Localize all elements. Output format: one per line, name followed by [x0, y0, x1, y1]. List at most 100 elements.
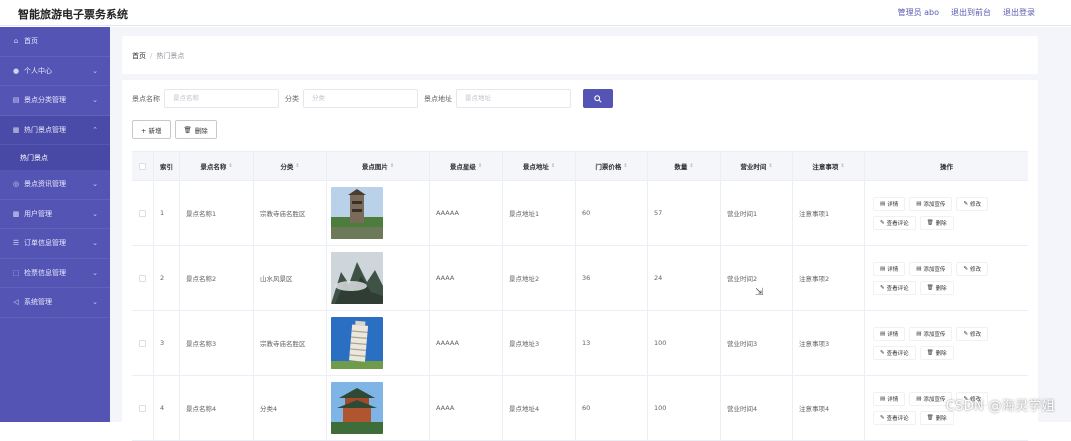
trash-icon: 🗑: [184, 126, 192, 134]
view-comments-button[interactable]: ✎查看评论: [873, 346, 916, 360]
edit-icon: ✎: [963, 266, 968, 272]
sidebar-item-system-mgmt[interactable]: ◁ 系统管理 ⌄: [0, 288, 110, 318]
data-table: 索引 景点名称⇕ 分类⇕ 景点图片⇕ 景点星级⇕ 景点地址⇕ 门票价格⇕ 数量⇕…: [132, 151, 1028, 441]
add-promo-button[interactable]: ▤添加宣传: [909, 327, 952, 341]
sort-icon: ⇕: [623, 163, 627, 169]
row-delete-button[interactable]: 🗑删除: [920, 216, 954, 230]
logout-link[interactable]: 退出登录: [1003, 7, 1035, 18]
leaning-tower-photo: [331, 317, 383, 369]
view-comments-button[interactable]: ✎查看评论: [873, 216, 916, 230]
action-row: + 新增 🗑 删除: [132, 120, 217, 139]
edit-icon: ✎: [880, 415, 885, 421]
detail-button[interactable]: ▤详情: [873, 262, 905, 276]
row-delete-button[interactable]: 🗑删除: [920, 281, 954, 295]
sort-icon: ⇕: [228, 163, 232, 169]
exit-to-frontend-link[interactable]: 退出到前台: [951, 7, 991, 18]
breadcrumb-separator: /: [150, 52, 152, 60]
sort-icon: ⇕: [478, 163, 482, 169]
sidebar-item-category-mgmt[interactable]: ▤ 景点分类管理 ⌄: [0, 86, 110, 116]
add-promo-button[interactable]: ▤添加宣传: [909, 262, 952, 276]
add-button[interactable]: + 新增: [132, 120, 171, 139]
detail-button[interactable]: ▤详情: [873, 392, 905, 406]
row-qty: 24: [648, 246, 721, 310]
row-checkbox[interactable]: [139, 340, 146, 347]
sidebar-item-label: 系统管理: [24, 297, 52, 307]
header-name[interactable]: 景点名称⇕: [180, 152, 254, 180]
sidebar-item-personal[interactable]: ● 个人中心 ⌄: [0, 57, 110, 87]
search-input-category[interactable]: 分类: [303, 89, 418, 108]
row-address: 景点地址3: [503, 311, 576, 375]
list-icon: ▤: [12, 97, 20, 104]
row-stars: AAAA: [430, 376, 503, 440]
row-price: 36: [576, 246, 648, 310]
search-button[interactable]: [583, 89, 613, 108]
row-price: 60: [576, 181, 648, 245]
doc-icon: ▤: [880, 266, 885, 272]
sidebar-item-user-mgmt[interactable]: ▩ 用户管理 ⌄: [0, 200, 110, 230]
table-row: 1 景点名称1 宗教寺庙名胜区 AAAAA 景点地址1 6: [132, 181, 1028, 246]
row-index: 3: [154, 311, 180, 375]
header-category[interactable]: 分类⇕: [254, 152, 327, 180]
row-hours: 营业时间2: [721, 246, 793, 310]
header-price[interactable]: 门票价格⇕: [576, 152, 648, 180]
row-address: 景点地址2: [503, 246, 576, 310]
select-all-checkbox[interactable]: [139, 163, 146, 170]
detail-button[interactable]: ▤详情: [873, 197, 905, 211]
delete-button-label: 删除: [195, 125, 208, 135]
pavilion-photo: [331, 382, 383, 434]
search-input-address[interactable]: 景点地址: [456, 89, 571, 108]
row-checkbox[interactable]: [139, 210, 146, 217]
row-checkbox[interactable]: [139, 405, 146, 412]
row-qty: 100: [648, 376, 721, 440]
detail-button[interactable]: ▤详情: [873, 327, 905, 341]
sidebar-item-ticket-mgmt[interactable]: ⬚ 检票信息管理 ⌄: [0, 259, 110, 289]
app-title: 智能旅游电子票务系统: [18, 6, 128, 22]
search-label-category: 分类: [285, 94, 299, 104]
add-promo-button[interactable]: ▤添加宣传: [909, 197, 952, 211]
header-notes[interactable]: 注意事项⇕: [793, 152, 865, 180]
user-icon: ●: [12, 67, 20, 74]
search-row: 景点名称 景点名称 分类 分类 景点地址 景点地址: [132, 89, 613, 108]
row-checkbox[interactable]: [139, 275, 146, 282]
row-address: 景点地址4: [503, 376, 576, 440]
table-row: 4 景点名称4 分类4 AAAA 景点地址4 60 100: [132, 376, 1028, 441]
header-address[interactable]: 景点地址⇕: [503, 152, 576, 180]
row-name: 景点名称4: [180, 376, 254, 440]
top-links: 管理员 abo 退出到前台 退出登录: [898, 7, 1035, 18]
breadcrumb-home[interactable]: 首页: [132, 52, 146, 60]
delete-button[interactable]: 🗑 删除: [175, 120, 217, 139]
table-header: 索引 景点名称⇕ 分类⇕ 景点图片⇕ 景点星级⇕ 景点地址⇕ 门票价格⇕ 数量⇕…: [132, 152, 1028, 181]
sort-icon: ⇕: [689, 163, 693, 169]
sidebar-subitem-hot-spots[interactable]: 热门景点: [0, 145, 110, 170]
grid-icon: ▦: [12, 126, 20, 133]
sidebar-item-order-mgmt[interactable]: ☰ 订单信息管理 ⌄: [0, 229, 110, 259]
row-qty: 57: [648, 181, 721, 245]
header-qty[interactable]: 数量⇕: [648, 152, 721, 180]
user-label[interactable]: 管理员 abo: [898, 7, 939, 18]
chevron-down-icon: ⌄: [92, 67, 98, 75]
header-stars[interactable]: 景点星级⇕: [430, 152, 503, 180]
table-row: 2 景点名称2 山水风景区 AAAA 景点地址2 36 24 营业时间2 注意事…: [132, 246, 1028, 311]
sidebar-item-label: 用户管理: [24, 209, 52, 219]
trash-icon: 🗑: [927, 415, 934, 421]
header-image[interactable]: 景点图片⇕: [327, 152, 430, 180]
sidebar-item-hot-spots-mgmt[interactable]: ▦ 热门景点管理 ⌃: [0, 116, 110, 146]
row-index: 1: [154, 181, 180, 245]
row-delete-button[interactable]: 🗑删除: [920, 346, 954, 360]
search-label-name: 景点名称: [132, 94, 160, 104]
sidebar-item-news-mgmt[interactable]: ◎ 景点资讯管理 ⌄: [0, 170, 110, 200]
edit-icon: ✎: [963, 201, 968, 207]
header-hours[interactable]: 营业时间⇕: [721, 152, 793, 180]
edit-icon: ✎: [963, 331, 968, 337]
sidebar-item-home[interactable]: ⌂ 首页: [0, 27, 110, 57]
edit-button[interactable]: ✎修改: [956, 197, 988, 211]
row-name: 景点名称2: [180, 246, 254, 310]
row-name: 景点名称1: [180, 181, 254, 245]
search-icon: [594, 95, 602, 103]
view-comments-button[interactable]: ✎查看评论: [873, 281, 916, 295]
view-comments-button[interactable]: ✎查看评论: [873, 411, 916, 425]
search-input-name[interactable]: 景点名称: [164, 89, 279, 108]
edit-button[interactable]: ✎修改: [956, 327, 988, 341]
row-notes: 注意事项4: [793, 376, 865, 440]
edit-button[interactable]: ✎修改: [956, 262, 988, 276]
